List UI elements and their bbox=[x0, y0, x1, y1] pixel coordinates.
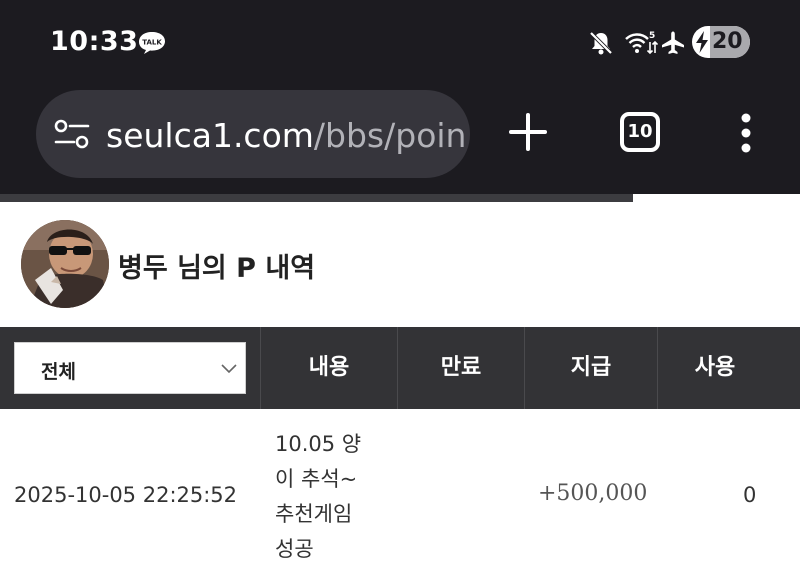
filter-selected-value: 전체 bbox=[41, 361, 76, 383]
airplane-icon bbox=[662, 31, 684, 54]
column-header-expire: 만료 bbox=[397, 327, 524, 409]
status-bar: 10:33 TALK 5 20 bbox=[0, 0, 800, 86]
browser-toolbar: seulca1.com/bbs/poin 10 bbox=[0, 86, 800, 194]
charging-bolt-icon bbox=[696, 31, 708, 53]
row-content-line: 10.05 양 bbox=[275, 432, 362, 456]
chevron-down-icon bbox=[221, 364, 237, 374]
profile-header: 병두 님의 P 내역 bbox=[0, 202, 800, 326]
column-header-earned: 지급 bbox=[524, 327, 657, 409]
wifi-label: 5 bbox=[649, 31, 655, 41]
column-header-used: 사용 bbox=[657, 327, 772, 409]
column-header-content: 내용 bbox=[260, 327, 397, 409]
url-path: /bbs/poin bbox=[313, 116, 467, 155]
row-content: 10.05 양 이 추석~ 추천게임 성공 bbox=[275, 427, 385, 567]
more-vert-icon[interactable] bbox=[736, 112, 756, 154]
wifi-icon: 5 bbox=[625, 31, 658, 55]
row-date: 2025-10-05 22:25:52 bbox=[14, 483, 238, 507]
talk-badge-text: TALK bbox=[142, 39, 162, 47]
url-domain: seulca1.com bbox=[106, 116, 314, 155]
filter-select[interactable]: 전체 bbox=[14, 342, 246, 394]
avatar bbox=[21, 220, 109, 308]
mute-icon bbox=[589, 31, 613, 55]
url-text[interactable]: seulca1.com/bbs/poin bbox=[106, 116, 466, 155]
row-used-points: 0 bbox=[743, 483, 757, 507]
address-bar[interactable]: seulca1.com/bbs/poin bbox=[36, 90, 470, 178]
status-time: 10:33 bbox=[50, 26, 139, 57]
table-row: 2025-10-05 22:25:52 10.05 양 이 추석~ 추천게임 성… bbox=[0, 409, 800, 572]
site-settings-icon[interactable] bbox=[54, 119, 90, 149]
tabs-icon[interactable]: 10 bbox=[620, 112, 660, 152]
row-earned-points: +500,000 bbox=[538, 481, 648, 506]
talk-icon: TALK bbox=[139, 32, 165, 54]
page-title: 병두 님의 P 내역 bbox=[118, 253, 316, 284]
page-load-progress bbox=[0, 194, 633, 202]
row-content-line: 이 추석~ bbox=[275, 467, 358, 491]
plus-icon[interactable] bbox=[508, 112, 548, 152]
table-header: 전체 내용 만료 지급 사용 bbox=[0, 327, 800, 409]
row-content-line: 추천게임 bbox=[275, 502, 353, 526]
row-content-line: 성공 bbox=[275, 537, 314, 561]
battery-level: 20 bbox=[712, 29, 743, 54]
battery-icon: 20 bbox=[692, 26, 750, 58]
